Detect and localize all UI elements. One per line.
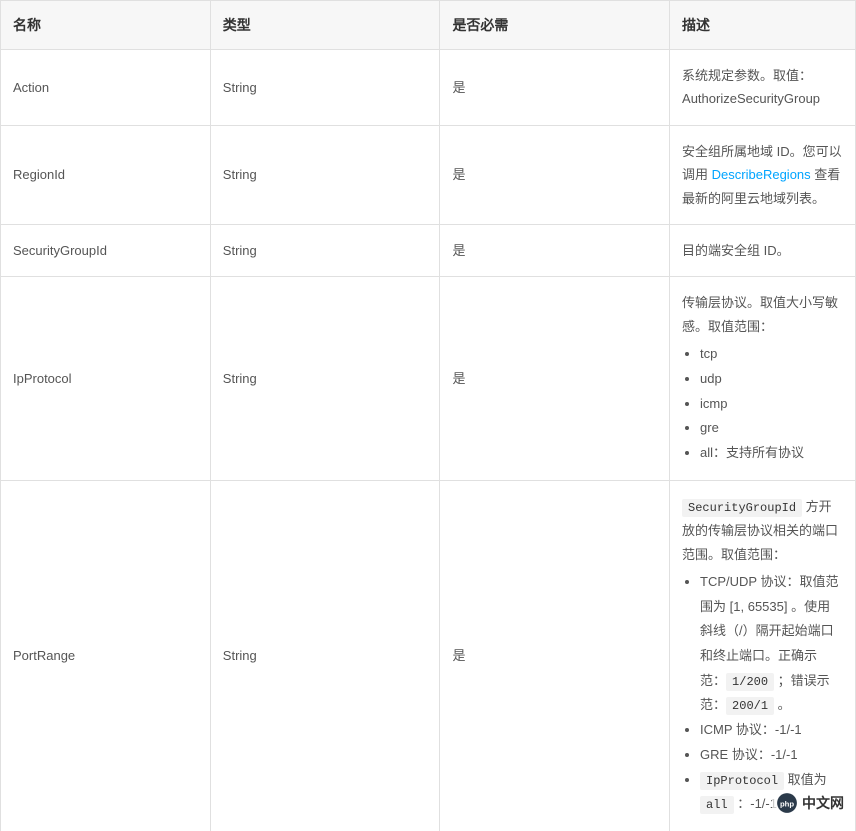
cell-name: Action [1, 50, 211, 126]
list-item: gre [700, 416, 843, 441]
cell-name: PortRange [1, 480, 211, 831]
header-type: 类型 [210, 1, 440, 50]
li-text: 取值为 [784, 772, 827, 787]
cell-required: 是 [440, 277, 670, 480]
watermark: php 中文网 [772, 790, 848, 816]
cell-description: SecurityGroupId 方开放的传输层协议相关的端口范围。取值范围： T… [670, 480, 856, 831]
code-all: all [700, 796, 734, 814]
list-item: udp [700, 367, 843, 392]
cell-required: 是 [440, 125, 670, 224]
cell-required: 是 [440, 50, 670, 126]
li-text: ：-1/-1 [734, 796, 777, 811]
table-row: RegionId String 是 安全组所属地域 ID。您可以调用 Descr… [1, 125, 856, 224]
desc-intro: 传输层协议。取值大小写敏感。取值范围： [682, 295, 838, 333]
cell-type: String [210, 277, 440, 480]
cell-name: RegionId [1, 125, 211, 224]
list-item: TCP/UDP 协议：取值范围为 [1, 65535] 。使用斜线（/）隔开起始… [700, 570, 843, 718]
li-text: 。 [774, 697, 791, 712]
table-row: Action String 是 系统规定参数。取值：AuthorizeSecur… [1, 50, 856, 126]
cell-name: IpProtocol [1, 277, 211, 480]
cell-required: 是 [440, 480, 670, 831]
table-row: SecurityGroupId String 是 目的端安全组 ID。 [1, 224, 856, 276]
php-logo-icon: php [776, 792, 798, 814]
code-securitygroupid: SecurityGroupId [682, 499, 802, 517]
list-item: ICMP 协议：-1/-1 [700, 718, 843, 743]
cell-required: 是 [440, 224, 670, 276]
cell-description: 系统规定参数。取值：AuthorizeSecurityGroup [670, 50, 856, 126]
cell-type: String [210, 50, 440, 126]
code-ipprotocol: IpProtocol [700, 772, 784, 790]
cell-type: String [210, 224, 440, 276]
header-required: 是否必需 [440, 1, 670, 50]
desc-list: TCP/UDP 协议：取值范围为 [1, 65535] 。使用斜线（/）隔开起始… [682, 570, 843, 817]
cell-description: 传输层协议。取值大小写敏感。取值范围： tcp udp icmp gre all… [670, 277, 856, 480]
table-row: IpProtocol String 是 传输层协议。取值大小写敏感。取值范围： … [1, 277, 856, 480]
list-item: all：支持所有协议 [700, 441, 843, 466]
cell-description: 安全组所属地域 ID。您可以调用 DescribeRegions 查看最新的阿里… [670, 125, 856, 224]
parameters-table: 名称 类型 是否必需 描述 Action String 是 系统规定参数。取值：… [0, 0, 856, 831]
cell-name: SecurityGroupId [1, 224, 211, 276]
li-text: TCP/UDP 协议：取值范围为 [1, 65535] 。使用斜线（/）隔开起始… [700, 574, 838, 688]
list-item: icmp [700, 392, 843, 417]
code-1-200: 1/200 [726, 673, 774, 691]
cell-type: String [210, 125, 440, 224]
desc-list: tcp udp icmp gre all：支持所有协议 [682, 342, 843, 465]
header-name: 名称 [1, 1, 211, 50]
code-200-1: 200/1 [726, 697, 774, 715]
header-description: 描述 [670, 1, 856, 50]
table-row: PortRange String 是 SecurityGroupId 方开放的传… [1, 480, 856, 831]
list-item: GRE 协议：-1/-1 [700, 743, 843, 768]
table-header-row: 名称 类型 是否必需 描述 [1, 1, 856, 50]
watermark-text: 中文网 [802, 793, 844, 813]
link-describeregions[interactable]: DescribeRegions [712, 167, 811, 182]
svg-text:php: php [780, 799, 794, 808]
cell-description: 目的端安全组 ID。 [670, 224, 856, 276]
cell-type: String [210, 480, 440, 831]
list-item: tcp [700, 342, 843, 367]
